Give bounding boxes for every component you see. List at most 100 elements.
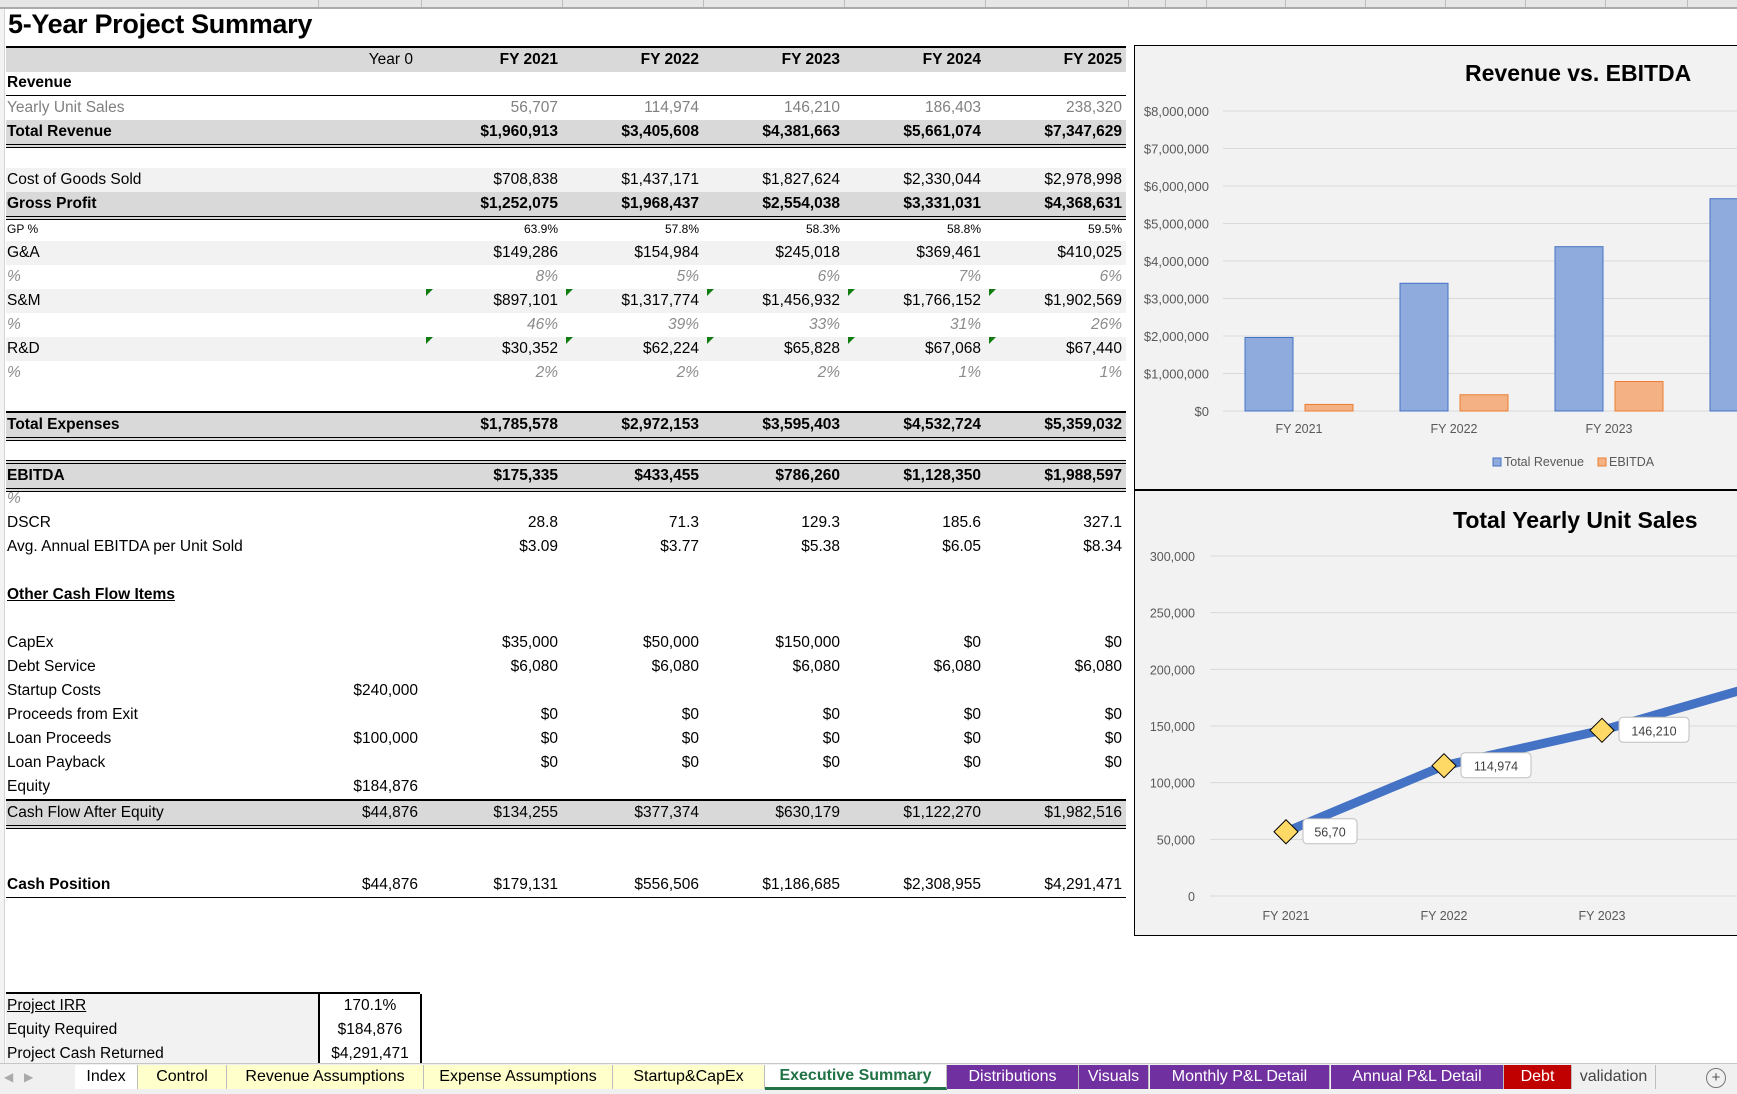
cell-value[interactable]: 129.3 (700, 514, 840, 532)
cell-value[interactable]: $2,330,044 (841, 171, 981, 189)
cell-value[interactable]: $1,252,075 (418, 195, 558, 213)
revenue-ebitda-chart[interactable]: Revenue vs. EBITDA $0 $1,000,000 $2,000,00… (1134, 45, 1737, 490)
sheet-tab-visuals[interactable]: Visuals (1079, 1065, 1149, 1089)
sheet-tab-revenue-assumptions[interactable]: Revenue Assumptions (227, 1065, 424, 1089)
cell-value[interactable]: $3,405,608 (559, 123, 699, 141)
column-header-fy-2021[interactable]: FY 2021 (418, 51, 558, 69)
cell-value[interactable]: $2,972,153 (559, 416, 699, 434)
column-divider[interactable] (562, 0, 563, 7)
sheet-tab-annual-p-l-detail[interactable]: Annual P&L Detail (1331, 1065, 1504, 1089)
cell-value[interactable]: $0 (559, 754, 699, 772)
cell-value[interactable]: $1,902,569 (982, 292, 1122, 310)
cell-value[interactable]: 58.3% (700, 222, 840, 236)
row-gp-pct[interactable]: GP % 63.9% 57.8% 58.3% 58.8% 59.5% (6, 217, 1126, 241)
cell-value[interactable]: $6,080 (559, 658, 699, 676)
cell-value[interactable]: 146,210 (700, 99, 840, 117)
cell-value[interactable]: $1,456,932 (700, 292, 840, 310)
cell-value[interactable]: $1,988,597 (982, 467, 1122, 485)
cell-value[interactable]: 2% (559, 364, 699, 382)
sheet-tab-distributions[interactable]: Distributions (947, 1065, 1079, 1089)
error-indicator-icon[interactable] (426, 337, 433, 344)
cell-value[interactable]: $1,122,270 (841, 804, 981, 822)
row-yearly-unit-sales[interactable]: Yearly Unit Sales 56,707 114,974 146,210 186… (6, 96, 1126, 121)
error-indicator-icon[interactable] (426, 289, 433, 296)
cell-value[interactable]: 58.8% (841, 222, 981, 236)
column-divider[interactable] (1165, 0, 1166, 7)
sheet-tab-validation[interactable]: validation (1572, 1065, 1656, 1089)
cell-value[interactable]: $369,461 (841, 244, 981, 262)
cell-value[interactable]: $134,255 (418, 804, 558, 822)
row-rd-pct[interactable]: % 2% 2% 2% 1% 1% (6, 361, 1126, 385)
cell-value[interactable]: $44,876 (278, 876, 418, 894)
cell-value[interactable]: $150,000 (700, 634, 840, 652)
cell-value[interactable]: $3.77 (559, 538, 699, 556)
cell-value[interactable]: $0 (418, 754, 558, 772)
column-header-fy-2025[interactable]: FY 2025 (982, 51, 1122, 69)
cell-value[interactable]: $6,080 (700, 658, 840, 676)
cell-value[interactable]: $1,982,516 (982, 804, 1122, 822)
row-proceeds-exit[interactable]: Proceeds from Exit $0 $0 $0 $0 $0 (6, 703, 1126, 727)
cell-value[interactable]: $8.34 (982, 538, 1122, 556)
cell-value[interactable]: $184,876 (278, 778, 418, 796)
column-divider[interactable] (1285, 0, 1286, 7)
cell-value[interactable]: $7,347,629 (982, 123, 1122, 141)
cell-value[interactable]: 28.8 (418, 514, 558, 532)
column-divider[interactable] (1365, 0, 1366, 7)
row-total-expenses[interactable]: Total Expenses $1,785,578 $2,972,153 $3,595… (6, 411, 1126, 441)
sheet-tab-expense-assumptions[interactable]: Expense Assumptions (424, 1065, 613, 1089)
row-debt-service[interactable]: Debt Service $6,080 $6,080 $6,080 $6,080 $6,0… (6, 655, 1126, 679)
cell-value[interactable]: $1,186,685 (700, 876, 840, 894)
column-divider[interactable] (1445, 0, 1446, 7)
column-header-fy-2024[interactable]: FY 2024 (841, 51, 981, 69)
cell-value[interactable]: $0 (418, 730, 558, 748)
cell-value[interactable]: $708,838 (418, 171, 558, 189)
cell-value[interactable]: 5% (559, 268, 699, 286)
cell-value[interactable]: $1,968,437 (559, 195, 699, 213)
cell-value[interactable]: $100,000 (278, 730, 418, 748)
cell-value[interactable]: 8% (418, 268, 558, 286)
cell-value[interactable]: $1,317,774 (559, 292, 699, 310)
cell-value[interactable]: $1,960,913 (418, 123, 558, 141)
cell-value[interactable]: $0 (841, 706, 981, 724)
cell-value[interactable]: 1% (982, 364, 1122, 382)
cell-value[interactable]: $3,331,031 (841, 195, 981, 213)
cell-value[interactable]: $154,984 (559, 244, 699, 262)
cell-value[interactable]: $410,025 (982, 244, 1122, 262)
column-divider[interactable] (318, 0, 319, 7)
row-startup-costs[interactable]: Startup Costs $240,000 (6, 679, 1126, 703)
cell-value[interactable]: $433,455 (559, 467, 699, 485)
row-total-revenue[interactable]: Total Revenue $1,960,913 $3,405,608 $4,381,… (6, 120, 1126, 148)
cell-value[interactable]: $0 (841, 754, 981, 772)
row-gross-profit[interactable]: Gross Profit $1,252,075 $1,968,437 $2,554,0… (6, 192, 1126, 220)
column-header-year-0[interactable]: Year 0 (273, 51, 413, 69)
revenue-section-header[interactable]: Revenue (6, 71, 1126, 96)
cell-value[interactable]: $149,286 (418, 244, 558, 262)
cell-value[interactable]: $44,876 (278, 804, 418, 822)
cell-value[interactable]: $67,440 (982, 340, 1122, 358)
cell-value[interactable]: $4,368,631 (982, 195, 1122, 213)
cell-value[interactable]: $1,785,578 (418, 416, 558, 434)
error-indicator-icon[interactable] (989, 289, 996, 296)
cell-value[interactable]: 1% (841, 364, 981, 382)
row-sm[interactable]: S&M $897,101 $1,317,774 $1,456,932 $1,766,15… (6, 289, 1126, 313)
cell-value[interactable]: $6.05 (841, 538, 981, 556)
irr-row[interactable]: Project IRR 170.1% (6, 994, 420, 1018)
row-capex[interactable]: CapEx $35,000 $50,000 $150,000 $0 $0 (6, 631, 1126, 655)
row-equity[interactable]: Equity $184,876 (6, 775, 1126, 799)
tab-scroll-right-icon[interactable]: ▶ (24, 1070, 33, 1084)
cell-value[interactable]: $3.09 (418, 538, 558, 556)
cell-value[interactable]: $0 (559, 730, 699, 748)
column-header-fy-2023[interactable]: FY 2023 (700, 51, 840, 69)
sheet-tab-executive-summary[interactable]: Executive Summary (765, 1065, 947, 1090)
cell-value[interactable]: 6% (982, 268, 1122, 286)
column-divider[interactable] (985, 0, 986, 7)
cell-value[interactable]: $30,352 (418, 340, 558, 358)
cell-value[interactable]: $175,335 (418, 467, 558, 485)
cell-value[interactable]: $245,018 (700, 244, 840, 262)
cell-value[interactable]: 63.9% (418, 222, 558, 236)
cell-value[interactable]: $2,554,038 (700, 195, 840, 213)
row-loan-payback[interactable]: Loan Payback $0 $0 $0 $0 $0 (6, 751, 1126, 775)
error-indicator-icon[interactable] (848, 289, 855, 296)
column-divider[interactable] (1206, 0, 1207, 7)
irr-label[interactable]: Project IRR (7, 997, 86, 1015)
